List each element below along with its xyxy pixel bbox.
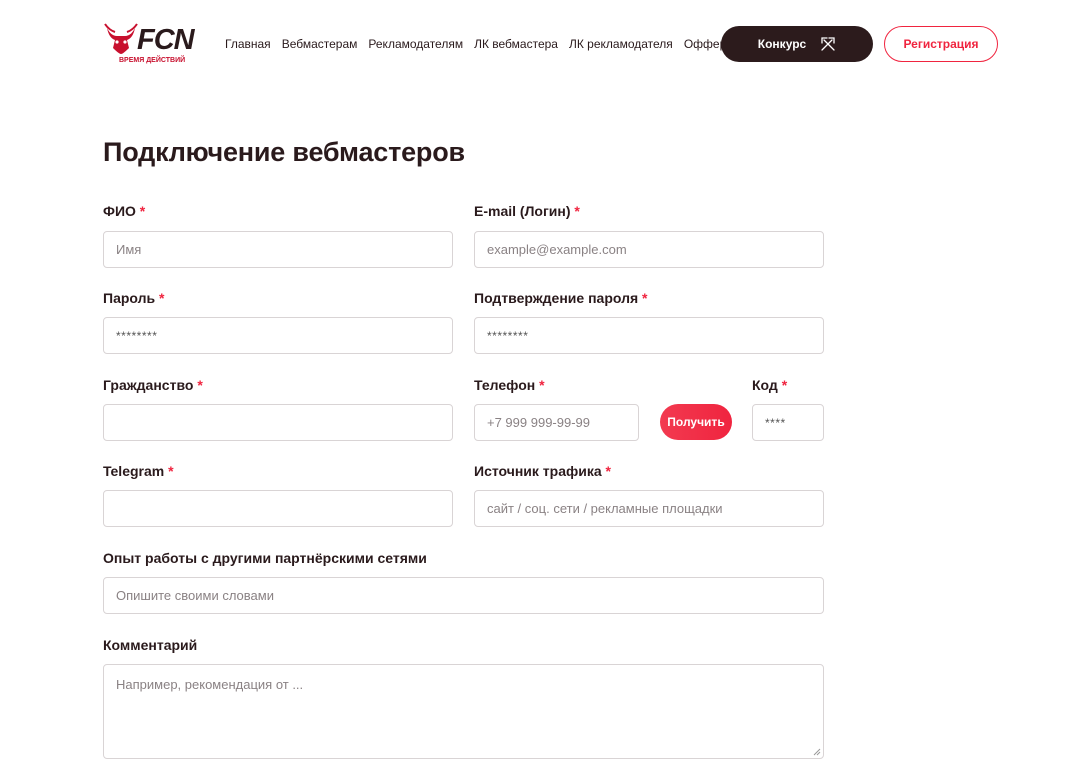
logo-subtitle: ВРЕМЯ ДЕЙСТВИЙ (119, 57, 186, 64)
main-nav: Главная Вебмастерам Рекламодателям ЛК ве… (225, 36, 735, 52)
telegram-input[interactable] (103, 490, 453, 527)
code-input[interactable]: **** (752, 404, 824, 441)
resize-handle-icon[interactable] (813, 748, 821, 756)
logo[interactable]: FCN ВРЕМЯ ДЕЙСТВИЙ (103, 20, 195, 68)
experience-input[interactable]: Опишите своими словами (103, 577, 824, 614)
telegram-label: Telegram * (103, 463, 174, 479)
citizenship-label: Гражданство * (103, 377, 203, 393)
nav-item-advertiser-account[interactable]: ЛК рекламодателя (569, 36, 673, 52)
phone-input[interactable]: +7 999 999-99-99 (474, 404, 639, 441)
email-label: E-mail (Логин) * (474, 203, 580, 219)
comment-label: Комментарий (103, 637, 198, 653)
traffic-source-input[interactable]: сайт / соц. сети / рекламные площадки (474, 490, 824, 527)
site-header: FCN ВРЕМЯ ДЕЙСТВИЙ Главная Вебмастерам Р… (0, 0, 1080, 90)
phone-label: Телефон * (474, 377, 545, 393)
get-code-button[interactable]: Получить (660, 404, 732, 440)
crossed-swords-icon (821, 37, 835, 51)
logo-text: FCN (137, 24, 195, 56)
nav-item-webmasters[interactable]: Вебмастерам (282, 36, 358, 52)
password-confirm-input[interactable]: ******** (474, 317, 824, 354)
comment-textarea[interactable]: Например, рекомендация от ... (103, 664, 824, 759)
contest-button-label: Конкурс (757, 37, 807, 51)
code-label: Код * (752, 377, 788, 393)
register-button[interactable]: Регистрация (884, 26, 998, 62)
traffic-source-label: Источник трафика * (474, 463, 611, 479)
contest-button[interactable]: Конкурс (721, 26, 873, 62)
fio-label: ФИО * (103, 203, 146, 219)
password-input[interactable]: ******** (103, 317, 453, 354)
nav-item-advertisers[interactable]: Рекламодателям (368, 36, 463, 52)
fio-input[interactable]: Имя (103, 231, 453, 268)
page-title: Подключение вебмастеров (103, 137, 465, 167)
password-label: Пароль * (103, 290, 165, 306)
citizenship-input[interactable] (103, 404, 453, 441)
nav-item-webmaster-account[interactable]: ЛК вебмастера (474, 36, 558, 52)
password-confirm-label: Подтверждение пароля * (474, 290, 648, 306)
bull-icon (104, 23, 138, 54)
nav-item-home[interactable]: Главная (225, 36, 271, 52)
experience-label: Опыт работы с другими партнёрскими сетям… (103, 550, 427, 566)
email-input[interactable]: example@example.com (474, 231, 824, 268)
